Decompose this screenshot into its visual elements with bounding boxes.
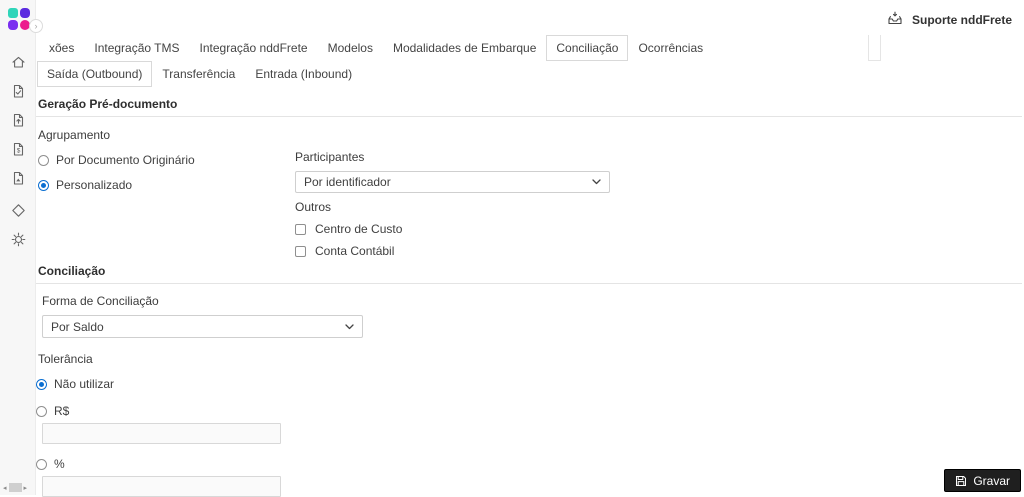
radio-label: Por Documento Originário	[56, 153, 195, 167]
sidebar-item-diamond[interactable]	[10, 202, 27, 219]
sub-tab-bar: Saída (Outbound) Transferência Entrada (…	[36, 61, 362, 87]
radio-por-documento-originario[interactable]: Por Documento Originário	[38, 153, 295, 167]
radio-icon[interactable]	[36, 405, 47, 417]
radio-percent[interactable]: %	[36, 457, 1022, 471]
tab-integracao-tms[interactable]: Integração TMS	[84, 35, 189, 61]
checkbox-centro-de-custo[interactable]: Centro de Custo	[295, 222, 1022, 236]
radio-label: %	[54, 457, 65, 471]
sidebar-item-home[interactable]	[10, 54, 27, 71]
save-icon	[956, 475, 967, 486]
tab-conciliacao[interactable]: Conciliação	[546, 35, 629, 61]
radio-icon[interactable]	[38, 154, 49, 166]
checkbox-icon[interactable]	[295, 223, 306, 235]
support-label: Suporte nddFrete	[911, 12, 1012, 27]
support-link[interactable]: Suporte nddFrete	[887, 10, 1012, 29]
main-tab-bar: xões Integração TMS Integração nddFrete …	[36, 35, 713, 61]
agrupamento-label: Agrupamento	[38, 128, 111, 142]
home-icon	[11, 56, 25, 68]
checkbox-label: Centro de Custo	[315, 222, 403, 236]
gear-icon	[11, 232, 25, 247]
checkbox-conta-contabil[interactable]: Conta Contábil	[295, 244, 1022, 258]
radio-personalizado[interactable]: Personalizado	[38, 178, 295, 192]
tab-overflow-box	[868, 35, 881, 61]
section-title-pre-documento: Geração Pré-documento	[36, 86, 1022, 117]
subtab-transferencia[interactable]: Transferência	[152, 61, 245, 87]
sidebar-item-doc-check[interactable]	[10, 83, 27, 100]
document-dollar-icon: $	[13, 142, 23, 156]
tolerance-percent-input[interactable]	[42, 476, 281, 497]
document-image-icon	[13, 171, 23, 185]
subtab-entrada-inbound[interactable]: Entrada (Inbound)	[245, 61, 362, 87]
diamond-icon	[11, 204, 25, 217]
radio-checked-icon[interactable]	[38, 179, 49, 191]
scroll-left-icon[interactable]: ◂	[3, 484, 7, 492]
logo-square-teal	[8, 8, 18, 18]
tolerancia-label: Tolerância	[38, 352, 93, 366]
sidebar-item-settings[interactable]	[10, 231, 27, 248]
checkbox-label: Conta Contábil	[315, 244, 395, 258]
main-content: Geração Pré-documento Agrupamento Por Do…	[36, 86, 1022, 497]
sidebar-item-doc-dollar[interactable]: $	[10, 141, 27, 158]
document-check-icon	[13, 84, 23, 98]
sidebar-horizontal-scrollbar: ◂ ▸	[3, 483, 27, 492]
logo-square-indigo	[20, 8, 30, 18]
select-value: Por Saldo	[51, 319, 104, 334]
sidebar-item-doc-arrow[interactable]	[10, 112, 27, 129]
sidebar: $ ◂ ▸	[0, 0, 36, 495]
sidebar-nav: $	[0, 54, 36, 248]
participantes-select[interactable]: Por identificador	[295, 171, 610, 193]
sidebar-item-doc-image[interactable]	[10, 170, 27, 187]
app-logo	[8, 8, 30, 30]
outros-label: Outros	[295, 200, 332, 214]
radio-nao-utilizar[interactable]: Não utilizar	[36, 377, 1022, 391]
tab-conexoes[interactable]: xões	[39, 35, 84, 61]
section-title-conciliacao: Conciliação	[36, 258, 1022, 284]
subtab-saida-outbound[interactable]: Saída (Outbound)	[37, 61, 153, 87]
logo-square-purple	[8, 20, 18, 30]
agrupamento-section: Agrupamento Por Documento Originário Per…	[36, 117, 1022, 258]
participantes-label: Participantes	[295, 150, 365, 164]
tolerance-rs-input[interactable]	[42, 423, 281, 444]
radio-checked-icon[interactable]	[36, 378, 47, 390]
tab-integracao-nddfrete[interactable]: Integração nddFrete	[190, 35, 318, 61]
tab-modelos[interactable]: Modelos	[318, 35, 383, 61]
tab-ocorrencias[interactable]: Ocorrências	[628, 35, 713, 61]
scrollbar-thumb[interactable]	[8, 483, 22, 492]
radio-label: Personalizado	[56, 178, 133, 192]
chevron-down-icon	[592, 179, 601, 185]
forma-conciliacao-select[interactable]: Por Saldo	[42, 315, 363, 338]
select-value: Por identificador	[304, 175, 391, 189]
radio-reais[interactable]: R$	[36, 404, 1022, 418]
forma-conciliacao-label: Forma de Conciliação	[42, 294, 159, 308]
svg-text:$: $	[16, 148, 20, 155]
save-label: Gravar	[973, 473, 1010, 488]
radio-label: Não utilizar	[54, 377, 115, 391]
save-button[interactable]: Gravar	[944, 469, 1021, 492]
chevron-down-icon	[345, 323, 354, 330]
sidebar-expand-button[interactable]: ›	[29, 19, 43, 33]
tab-modalidades-embarque[interactable]: Modalidades de Embarque	[383, 35, 546, 61]
support-inbox-icon	[887, 10, 903, 29]
checkbox-icon[interactable]	[295, 245, 306, 257]
radio-label: R$	[54, 404, 70, 418]
scroll-right-icon[interactable]: ▸	[24, 484, 28, 492]
radio-icon[interactable]	[36, 458, 47, 470]
document-arrow-icon	[13, 113, 23, 127]
